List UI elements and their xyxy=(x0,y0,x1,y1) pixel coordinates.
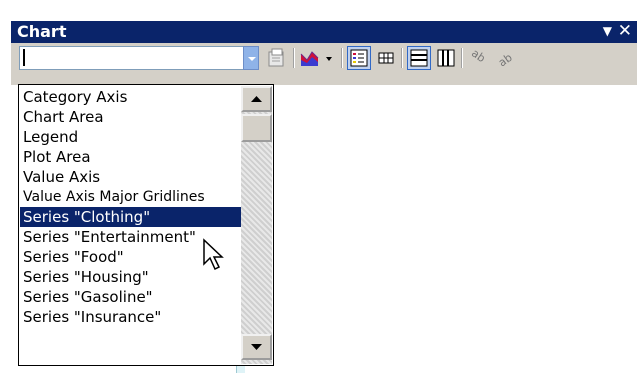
angle-up-icon: ab xyxy=(496,51,515,70)
angle-down-icon: ab xyxy=(469,47,488,66)
worksheet-background xyxy=(0,0,10,373)
list-item[interactable]: Series "Insurance" xyxy=(20,307,241,327)
area-chart-icon xyxy=(300,51,332,66)
toolbar-separator xyxy=(341,48,343,68)
legend-button[interactable] xyxy=(347,46,371,70)
toolbar-title: Chart xyxy=(17,22,67,41)
list-item[interactable]: Chart Area xyxy=(20,107,241,127)
legend-icon xyxy=(350,49,368,67)
chart-objects-list[interactable]: Category Axis Chart Area Legend Plot Are… xyxy=(18,84,274,366)
list-item[interactable]: Value Axis xyxy=(20,167,241,187)
chevron-down-icon xyxy=(251,344,262,350)
list-item[interactable]: Plot Area xyxy=(20,147,241,167)
data-table-icon xyxy=(378,52,394,64)
list-item[interactable]: Category Axis xyxy=(20,87,241,107)
by-row-button[interactable] xyxy=(407,46,431,70)
text-cursor xyxy=(23,49,25,66)
toolbar-options-icon[interactable]: ▼ xyxy=(603,24,612,38)
angle-text-upward-button[interactable]: ab xyxy=(493,46,517,70)
toolbar-separator xyxy=(401,48,403,68)
list-item-selected[interactable]: Series "Clothing" xyxy=(20,207,241,227)
toolbar-separator xyxy=(461,48,463,68)
data-table-button[interactable] xyxy=(374,46,398,70)
chevron-up-icon xyxy=(251,96,262,102)
format-icon xyxy=(268,48,284,67)
list-item[interactable]: Series "Gasoline" xyxy=(20,287,241,307)
mouse-cursor-icon xyxy=(203,238,224,271)
svg-text:ab: ab xyxy=(496,51,515,70)
scroll-thumb[interactable] xyxy=(241,114,272,142)
angle-text-downward-button[interactable]: ab xyxy=(467,46,491,70)
scroll-up-button[interactable] xyxy=(241,86,272,112)
format-selected-object-button[interactable] xyxy=(265,46,289,70)
list-item[interactable]: Legend xyxy=(20,127,241,147)
list-item[interactable]: Value Axis Major Gridlines xyxy=(20,187,241,207)
chart-objects-dropdown-button[interactable] xyxy=(243,46,259,70)
by-row-icon xyxy=(410,49,428,67)
svg-text:ab: ab xyxy=(469,47,488,66)
toolbar-title-bar[interactable]: Chart ▼ ✕ xyxy=(11,21,637,43)
chart-objects-combo[interactable] xyxy=(19,46,244,70)
by-column-button[interactable] xyxy=(434,46,458,70)
scroll-down-button[interactable] xyxy=(241,334,272,360)
chart-toolbar: Chart ▼ ✕ ab ab xyxy=(10,20,637,85)
chart-type-button[interactable] xyxy=(298,46,338,70)
toolbar-separator xyxy=(293,48,295,68)
close-icon[interactable]: ✕ xyxy=(618,21,632,41)
by-column-icon xyxy=(437,49,455,67)
list-scrollbar[interactable] xyxy=(241,86,272,364)
